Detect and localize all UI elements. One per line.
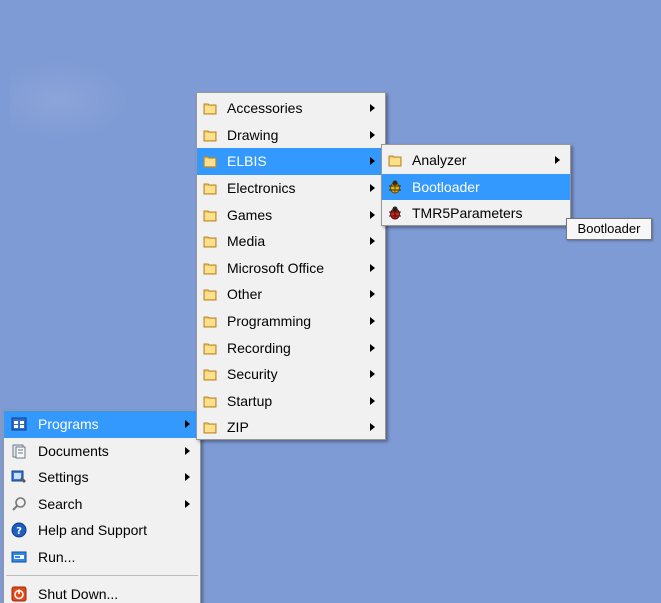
- start-item-search[interactable]: Search: [4, 491, 200, 518]
- menu-item-label: TMR5Parameters: [412, 205, 523, 222]
- shutdown-icon: [10, 585, 28, 603]
- programs-item-zip[interactable]: ZIP: [197, 414, 385, 441]
- folder-icon: [201, 285, 219, 303]
- submenu-arrow-icon: [185, 499, 190, 508]
- elbis-item-analyzer[interactable]: Analyzer: [382, 147, 570, 174]
- menu-item-label: ELBIS: [227, 153, 267, 170]
- submenu-arrow-icon: [370, 237, 375, 246]
- programs-item-programming[interactable]: Programming: [197, 308, 385, 335]
- submenu-arrow-icon: [370, 290, 375, 299]
- help-icon: ?: [10, 521, 28, 539]
- submenu-arrow-icon: [370, 263, 375, 272]
- submenu-arrow-icon: [370, 130, 375, 139]
- submenu-arrow-icon: [370, 104, 375, 113]
- folder-icon: [201, 418, 219, 436]
- elbis-submenu: Analyzer Bootloader TMR5Parameters: [381, 144, 571, 226]
- folder-icon: [201, 206, 219, 224]
- desktop-background: [10, 60, 130, 140]
- folder-icon: [386, 151, 404, 169]
- programs-item-games[interactable]: Games: [197, 201, 385, 228]
- programs-item-elbis[interactable]: ELBIS: [197, 148, 385, 175]
- svg-text:?: ?: [16, 526, 22, 537]
- menu-item-label: Recording: [227, 339, 291, 356]
- start-item-label: Settings: [38, 469, 89, 486]
- submenu-arrow-icon: [185, 446, 190, 455]
- menu-item-label: Drawing: [227, 126, 279, 143]
- start-item-label: Documents: [38, 442, 109, 459]
- submenu-arrow-icon: [555, 156, 560, 165]
- documents-icon: [10, 442, 28, 460]
- menu-item-label: Startup: [227, 392, 273, 409]
- programs-item-microsoft-office[interactable]: Microsoft Office: [197, 255, 385, 282]
- menu-item-label: Bootloader: [412, 178, 480, 195]
- menu-item-label: Programming: [227, 313, 312, 330]
- settings-icon: [10, 468, 28, 486]
- menu-item-label: Media: [227, 233, 266, 250]
- start-item-documents[interactable]: Documents: [4, 438, 200, 465]
- menu-item-label: Electronics: [227, 180, 296, 197]
- start-item-label: Programs: [38, 416, 99, 433]
- elbis-item-tmr5parameters[interactable]: TMR5Parameters: [382, 200, 570, 227]
- bug-icon: [386, 178, 404, 196]
- submenu-arrow-icon: [370, 157, 375, 166]
- submenu-arrow-icon: [185, 420, 190, 429]
- start-item-help[interactable]: ? Help and Support: [4, 517, 200, 544]
- folder-icon: [201, 392, 219, 410]
- programs-item-other[interactable]: Other: [197, 281, 385, 308]
- run-icon: [10, 548, 28, 566]
- menu-item-label: Microsoft Office: [227, 259, 324, 276]
- programs-item-startup[interactable]: Startup: [197, 388, 385, 415]
- start-item-label: Shut Down...: [38, 586, 119, 603]
- submenu-arrow-icon: [370, 423, 375, 432]
- menu-item-label: Other: [227, 286, 263, 303]
- start-menu: Programs Documents Settings Search ? Hel…: [3, 410, 201, 603]
- folder-icon: [201, 126, 219, 144]
- submenu-arrow-icon: [370, 370, 375, 379]
- programs-icon: [10, 415, 28, 433]
- programs-submenu: Accessories Drawing ELBIS Electronics Ga…: [196, 92, 386, 440]
- folder-icon: [201, 312, 219, 330]
- search-icon: [10, 495, 28, 513]
- menu-item-label: ZIP: [227, 419, 249, 436]
- menu-item-label: Analyzer: [412, 152, 467, 169]
- folder-icon: [201, 365, 219, 383]
- menu-item-label: Games: [227, 206, 273, 223]
- menu-item-label: Accessories: [227, 100, 303, 117]
- submenu-arrow-icon: [370, 343, 375, 352]
- menu-item-label: Security: [227, 366, 278, 383]
- menu-separator: [6, 575, 198, 576]
- start-item-label: Run...: [38, 548, 76, 565]
- tooltip: Bootloader: [566, 218, 652, 240]
- programs-item-media[interactable]: Media: [197, 228, 385, 255]
- elbis-item-bootloader[interactable]: Bootloader: [382, 173, 570, 201]
- folder-icon: [201, 339, 219, 357]
- programs-item-electronics[interactable]: Electronics: [197, 175, 385, 202]
- submenu-arrow-icon: [370, 396, 375, 405]
- submenu-arrow-icon: [370, 317, 375, 326]
- start-item-label: Help and Support: [38, 522, 147, 539]
- submenu-arrow-icon: [370, 210, 375, 219]
- folder-icon: [201, 152, 219, 170]
- start-item-settings[interactable]: Settings: [4, 464, 200, 491]
- start-item-run[interactable]: Run...: [4, 544, 200, 571]
- folder-icon: [201, 99, 219, 117]
- submenu-arrow-icon: [370, 184, 375, 193]
- programs-item-drawing[interactable]: Drawing: [197, 122, 385, 149]
- programs-item-security[interactable]: Security: [197, 361, 385, 388]
- programs-item-accessories[interactable]: Accessories: [197, 95, 385, 122]
- start-item-shutdown[interactable]: Shut Down...: [4, 581, 200, 603]
- submenu-arrow-icon: [185, 473, 190, 482]
- bug-red-icon: [386, 204, 404, 222]
- start-item-label: Search: [38, 495, 83, 512]
- start-item-programs[interactable]: Programs: [4, 411, 200, 438]
- folder-icon: [201, 179, 219, 197]
- programs-item-recording[interactable]: Recording: [197, 334, 385, 361]
- folder-icon: [201, 259, 219, 277]
- folder-icon: [201, 232, 219, 250]
